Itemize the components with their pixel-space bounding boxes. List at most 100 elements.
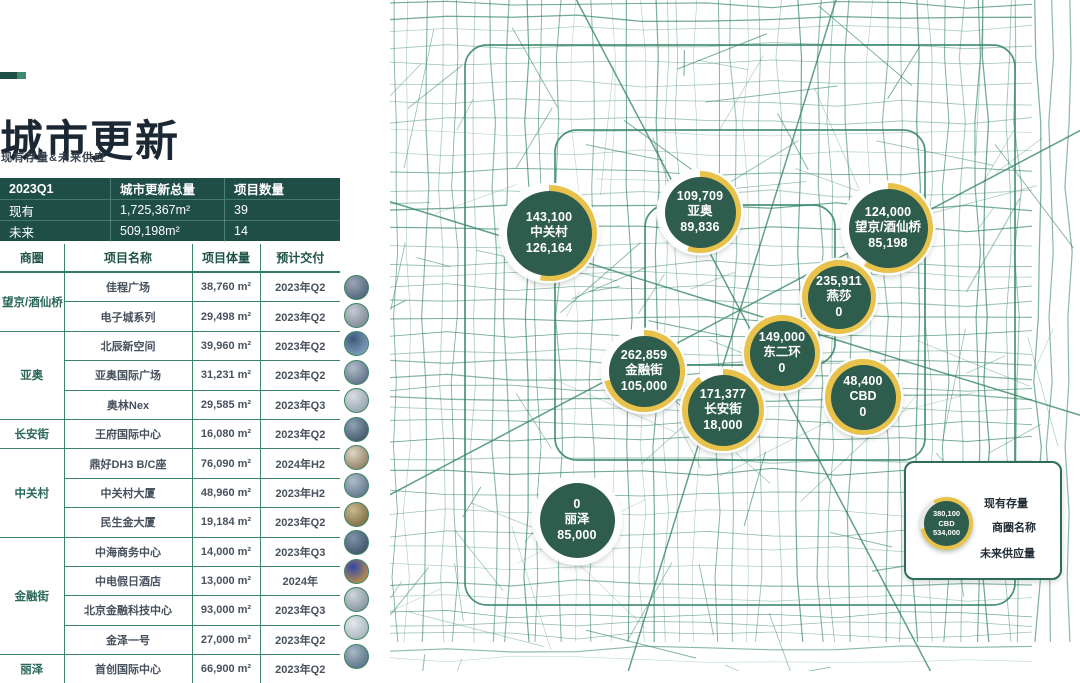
district-bubble: 149,000东二环0 — [744, 315, 820, 391]
project-name-cell: 佳程广场 — [64, 272, 192, 302]
project-photo-thumbnail — [344, 502, 369, 527]
project-area-cell: 93,000 m² — [192, 596, 260, 625]
bubble-existing-value: 262,859 — [621, 348, 668, 364]
district-bubble: 171,377长安街18,000 — [682, 369, 764, 451]
project-photo-thumbnail — [344, 530, 369, 555]
project-row: 亚奥北辰新空间39,960 m²2023年Q2 — [0, 331, 340, 360]
project-area-cell: 29,498 m² — [192, 302, 260, 331]
page-subtitle: 现有存量&未来供应 — [1, 149, 106, 165]
accent-dash-light — [17, 72, 26, 79]
bubble-future-value: 105,000 — [621, 379, 668, 395]
project-delivery-cell: 2023年Q2 — [260, 655, 340, 683]
project-name-cell: 金泽一号 — [64, 625, 192, 654]
legend-future-label: 未来供应量 — [980, 545, 1035, 561]
project-photo-thumbnail — [344, 388, 369, 413]
project-name-cell: 亚奥国际广场 — [64, 361, 192, 390]
summary-row-existing-label: 现有 — [0, 199, 110, 221]
project-photo-thumbnail — [344, 587, 369, 612]
project-delivery-cell: 2023年Q3 — [260, 537, 340, 566]
beijing-road-map: 143,100中关村126,164109,709亚奥89,836124,000望… — [390, 0, 1080, 671]
project-name-cell: 电子城系列 — [64, 302, 192, 331]
summary-header-quarter: 2023Q1 — [0, 178, 110, 199]
project-photo-thumbnail — [344, 331, 369, 356]
project-area-cell: 48,960 m² — [192, 478, 260, 507]
district-cell: 长安街 — [0, 419, 64, 448]
project-photo-thumbnail — [344, 615, 369, 640]
district-cell: 中关村 — [0, 449, 64, 537]
summary-row-existing-count: 39 — [224, 199, 340, 221]
projects-table: 商圈 项目名称 项目体量 预计交付 望京/酒仙桥佳程广场38,760 m²202… — [0, 244, 340, 683]
district-bubble: 48,400CBD0 — [825, 359, 901, 435]
project-name-cell: 北辰新空间 — [64, 331, 192, 360]
project-name-cell: 鼎好DH3 B/C座 — [64, 449, 192, 478]
bubble-existing-value: 171,377 — [700, 387, 747, 403]
project-area-cell: 29,585 m² — [192, 390, 260, 419]
bubble-district-name: 金融街 — [625, 363, 663, 379]
project-photo-thumbnail — [344, 275, 369, 300]
project-name-cell: 民生金大厦 — [64, 508, 192, 537]
project-area-cell: 66,900 m² — [192, 655, 260, 683]
project-delivery-cell: 2023年Q2 — [260, 272, 340, 302]
bubble-existing-value: 48,400 — [843, 374, 882, 390]
project-photo-thumbnail — [344, 559, 369, 584]
bubble-district-name: CBD — [849, 389, 876, 405]
project-area-cell: 27,000 m² — [192, 625, 260, 654]
project-name-cell: 中电假日酒店 — [64, 566, 192, 595]
summary-table: 2023Q1 城市更新总量 项目数量 现有 1,725,367m² 39 未来 … — [0, 178, 340, 241]
bubble-existing-value: 149,000 — [759, 330, 806, 346]
project-row: 丽泽首创国际中心66,900 m²2023年Q2 — [0, 655, 340, 683]
bubble-district-name: 亚奥 — [687, 204, 712, 220]
legend-existing-label: 现有存量 — [984, 495, 1028, 511]
summary-row-future-label: 未来 — [0, 220, 110, 242]
accent-dash — [0, 72, 26, 79]
legend-name-label: 商圈名称 — [992, 519, 1036, 535]
bubble-future-value: 0 — [778, 361, 785, 377]
project-delivery-cell: 2024年H2 — [260, 449, 340, 478]
summary-row-future-count: 14 — [224, 220, 340, 242]
bubble-future-value: 85,198 — [868, 236, 907, 252]
bubble-district-name: 东二环 — [763, 345, 801, 361]
col-header-delivery: 预计交付 — [260, 244, 340, 272]
project-photo-thumbnail — [344, 417, 369, 442]
project-area-cell: 16,080 m² — [192, 419, 260, 448]
project-area-cell: 38,760 m² — [192, 272, 260, 302]
project-row: 中关村鼎好DH3 B/C座76,090 m²2024年H2 — [0, 449, 340, 478]
project-delivery-cell: 2023年Q2 — [260, 625, 340, 654]
project-name-cell: 奥林Nex — [64, 390, 192, 419]
map-legend: 380,100 CBD 534,000 现有存量 商圈名称 未来供应量 — [904, 461, 1062, 580]
project-photo-thumbnail — [344, 445, 369, 470]
bubble-district-name: 中关村 — [530, 225, 568, 241]
project-area-cell: 13,000 m² — [192, 566, 260, 595]
project-area-cell: 39,960 m² — [192, 331, 260, 360]
projects-table-header-row: 商圈 项目名称 项目体量 预计交付 — [0, 244, 340, 272]
bubble-district-name: 长安街 — [704, 402, 742, 418]
col-header-district: 商圈 — [0, 244, 64, 272]
summary-header-count: 项目数量 — [224, 178, 340, 199]
bubble-existing-value: 109,709 — [677, 189, 724, 205]
bubble-existing-value: 124,000 — [865, 205, 912, 221]
project-row: 长安街王府国际中心16,080 m²2023年Q2 — [0, 419, 340, 448]
bubble-future-value: 89,836 — [680, 220, 719, 236]
bubble-existing-value: 0 — [573, 497, 580, 513]
project-photo-thumbnail — [344, 360, 369, 385]
district-bubble: 0丽泽85,000 — [534, 477, 620, 563]
summary-header-total: 城市更新总量 — [110, 178, 224, 199]
district-bubble: 143,100中关村126,164 — [501, 185, 597, 281]
project-delivery-cell: 2023年Q3 — [260, 596, 340, 625]
district-cell: 望京/酒仙桥 — [0, 272, 64, 331]
project-delivery-cell: 2024年 — [260, 566, 340, 595]
project-name-cell: 中关村大厦 — [64, 478, 192, 507]
summary-row-future-total: 509,198m² — [110, 220, 224, 242]
project-photo-thumbnail — [344, 644, 369, 669]
project-name-cell: 王府国际中心 — [64, 419, 192, 448]
summary-row-existing-total: 1,725,367m² — [110, 199, 224, 221]
project-row: 金融街中海商务中心14,000 m²2023年Q3 — [0, 537, 340, 566]
project-photo-thumbnail — [344, 473, 369, 498]
district-cell: 丽泽 — [0, 655, 64, 683]
project-delivery-cell: 2023年Q2 — [260, 419, 340, 448]
bubble-future-value: 0 — [835, 305, 842, 321]
project-area-cell: 19,184 m² — [192, 508, 260, 537]
project-photo-thumbnail — [344, 303, 369, 328]
district-cell: 亚奥 — [0, 331, 64, 419]
bubble-existing-value: 235,911 — [816, 274, 862, 290]
